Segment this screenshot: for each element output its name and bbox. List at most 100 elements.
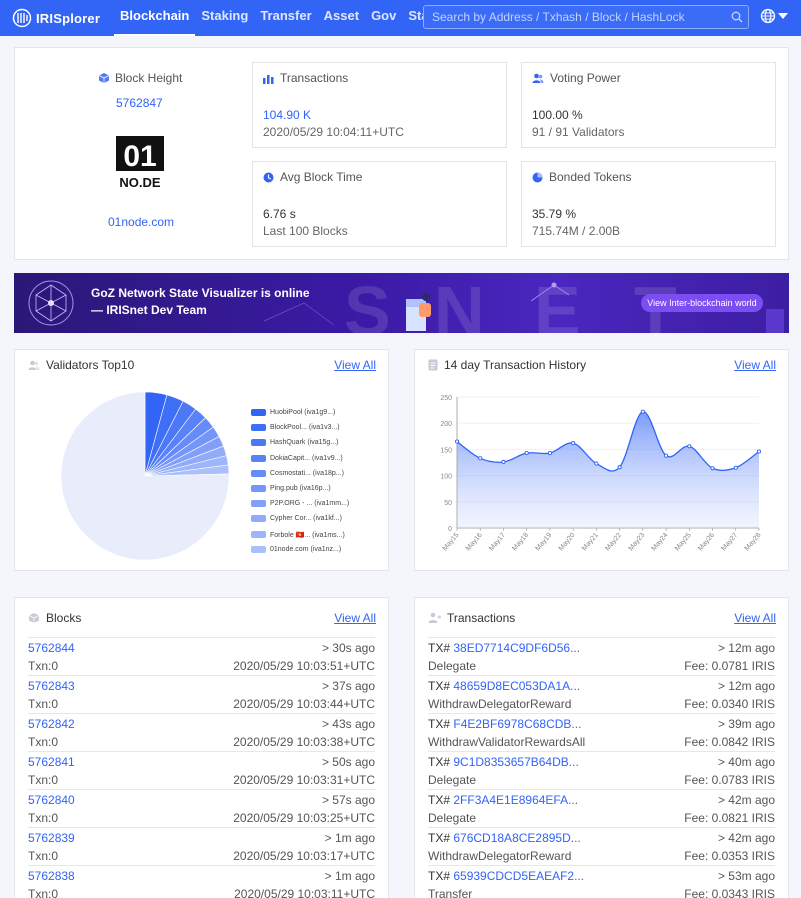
legend-item[interactable]: Cosmostati... (iva18p...) <box>251 469 344 477</box>
data-point[interactable] <box>756 449 762 454</box>
legend-item[interactable]: P2P.ORG - ... (iva1mm...) <box>251 500 349 508</box>
nav-blockchain[interactable]: Blockchain <box>114 0 196 36</box>
legend-item[interactable]: BlockPool... (iva1v3...) <box>251 424 340 432</box>
search-icon[interactable] <box>726 6 748 28</box>
tx-hash-link[interactable]: F4E2BF6978C68CDB... <box>453 717 581 731</box>
block-height-link[interactable]: 5762843 <box>28 679 75 693</box>
legend-item[interactable]: HashQuark (iva15g...) <box>251 439 339 447</box>
tx-hash-link[interactable]: 48659D8EC053DA1A... <box>453 679 580 693</box>
bonded-tokens-card: Bonded Tokens 35.79 % 715.74M / 2.00B <box>521 161 776 247</box>
svg-text:01: 01 <box>123 140 156 173</box>
avg-block-time-card-title: Avg Block Time <box>263 170 362 184</box>
legend-swatch <box>251 515 266 523</box>
block-height-link[interactable]: 5762839 <box>28 831 75 845</box>
legend-label: Cypher Cor... (iva1kf...) <box>270 515 342 523</box>
legend-swatch <box>251 500 266 508</box>
list-item: TX# 65939CDCD5EAEAF2... > 53m ago Transf… <box>428 865 775 898</box>
blocks-view-all-link[interactable]: View All <box>334 611 376 625</box>
tx-hash-link[interactable]: 38ED7714C9DF6D56... <box>453 641 580 655</box>
legend-label: HashQuark (iva15g...) <box>270 439 339 447</box>
data-point[interactable] <box>640 409 645 414</box>
data-point[interactable] <box>594 461 599 466</box>
nav-asset[interactable]: Asset <box>318 0 365 36</box>
nav-transfer[interactable]: Transfer <box>254 0 317 36</box>
avg-block-time-value: 6.76 s <box>263 207 296 221</box>
list-item: TX# F4E2BF6978C68CDB... > 39m ago Withdr… <box>428 713 775 751</box>
proposer-link[interactable]: 01node.com <box>108 215 174 229</box>
legend-item[interactable]: Ping.pub (iva16p...) <box>251 485 331 492</box>
tx-fee: Fee: 0.0783 IRIS <box>684 773 775 787</box>
legend-item[interactable]: 01node.com (iva1nz...) <box>251 545 341 553</box>
block-txn-count: Txn:0 <box>28 773 59 787</box>
x-tick-label: May26 <box>697 532 716 553</box>
transactions-count[interactable]: 104.90 K <box>263 108 311 122</box>
search-input[interactable] <box>424 10 726 24</box>
block-height-link[interactable]: 5762842 <box>28 717 75 731</box>
legend-item[interactable]: Cypher Cor... (iva1kf...) <box>251 515 342 523</box>
block-height-link[interactable]: 5762840 <box>28 793 75 807</box>
block-height-value[interactable]: 5762847 <box>116 96 163 110</box>
legend-item[interactable]: HuobiPool (iva1g9...) <box>251 409 335 416</box>
block-row-bottom: Txn:0 2020/05/29 10:03:17+UTC <box>28 849 375 863</box>
legend-item[interactable]: DokiaCapit... (iva1v9...) <box>251 454 343 462</box>
tx-hash-link[interactable]: 9C1D8353657B64DB... <box>453 755 578 769</box>
blocks-title: Blocks <box>46 611 82 625</box>
x-tick-label: May24 <box>651 532 670 553</box>
transactions-timestamp: 2020/05/29 10:04:11+UTC <box>263 125 404 139</box>
legend-swatch <box>251 469 266 477</box>
tx-type: Delegate <box>428 773 477 787</box>
tx-age: > 53m ago <box>717 869 775 883</box>
transactions-card-title: Transactions <box>263 71 348 85</box>
voting-power-value: 100.00 % <box>532 108 583 122</box>
data-point[interactable] <box>501 459 506 465</box>
block-time: 2020/05/29 10:03:44+UTC <box>233 697 375 711</box>
data-point[interactable] <box>733 465 738 470</box>
block-age: > 37s ago <box>321 679 375 693</box>
chevron-down-icon <box>778 13 788 19</box>
block-height-link[interactable]: 5762841 <box>28 755 75 769</box>
users-icon <box>532 73 544 83</box>
block-time: 2020/05/29 10:03:38+UTC <box>233 735 375 749</box>
x-tick-label: May16 <box>465 532 484 553</box>
nav-staking[interactable]: Staking <box>195 0 254 36</box>
data-point[interactable] <box>454 439 460 444</box>
language-selector[interactable] <box>760 8 789 24</box>
data-point[interactable] <box>664 453 669 458</box>
data-point[interactable] <box>687 444 692 449</box>
tx-hash-link[interactable]: 65939CDCD5EAEAF2... <box>453 869 584 883</box>
y-tick-label: 0 <box>448 526 452 533</box>
avg-block-time-card: Avg Block Time 6.76 s Last 100 Blocks <box>252 161 507 247</box>
block-height-link[interactable]: 5762838 <box>28 869 75 883</box>
data-point[interactable] <box>571 441 576 446</box>
x-tick-label: May17 <box>488 532 507 553</box>
tx-hash-link[interactable]: 676CD18A8CE2895D... <box>453 831 580 845</box>
validators-view-all-link[interactable]: View All <box>334 358 376 372</box>
block-txn-count: Txn:0 <box>28 735 59 749</box>
data-point[interactable] <box>478 456 483 461</box>
validators-count: 91 / 91 Validators <box>532 125 625 139</box>
history-view-all-link[interactable]: View All <box>734 358 776 372</box>
data-point[interactable] <box>710 466 715 471</box>
nav-gov[interactable]: Gov <box>365 0 402 36</box>
data-point[interactable] <box>524 451 529 456</box>
view-interblockchain-button[interactable]: View Inter-blockchain world <box>641 294 763 312</box>
block-height-link[interactable]: 5762844 <box>28 641 75 655</box>
logo[interactable]: IRISplorer <box>12 8 104 28</box>
x-tick-label: May25 <box>674 532 693 553</box>
tx-type: Transfer <box>428 887 473 898</box>
svg-text:E: E <box>534 273 581 333</box>
tx-prefix: TX# <box>428 717 451 731</box>
transactions-view-all-link[interactable]: View All <box>734 611 776 625</box>
goz-banner[interactable]: SNET GoZ Network State Visualizer is onl… <box>14 273 789 333</box>
list-item: 5762843 > 37s ago Txn:0 2020/05/29 10:03… <box>28 675 375 713</box>
tx-age: > 12m ago <box>717 679 775 693</box>
transactions-card-label: Transactions <box>280 71 349 85</box>
tx-row-bottom: WithdrawValidatorRewardsAll Fee: 0.0842 … <box>428 735 775 749</box>
tx-row-top: TX# 9C1D8353657B64DB... > 40m ago <box>428 755 775 769</box>
tx-hash-link[interactable]: 2FF3A4E1E8964EFA... <box>453 793 578 807</box>
legend-item[interactable]: Forbole 🇭🇰... (iva1ms...) <box>251 531 345 539</box>
validators-pie-chart <box>60 391 230 561</box>
block-age: > 1m ago <box>324 869 375 883</box>
data-point[interactable] <box>617 465 622 470</box>
data-point[interactable] <box>547 451 552 456</box>
